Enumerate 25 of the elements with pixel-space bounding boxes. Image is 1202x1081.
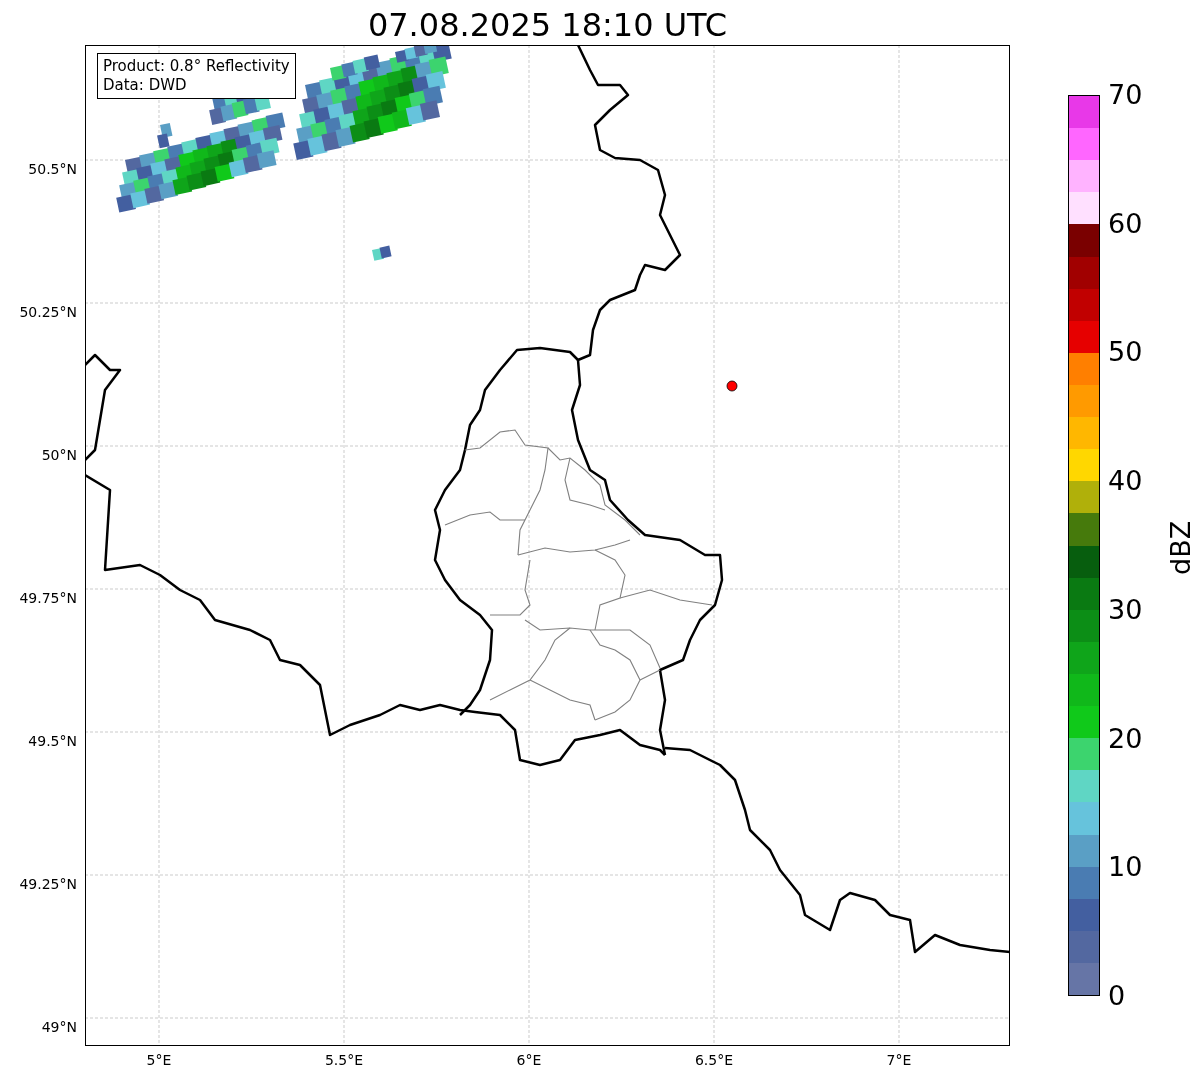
info-text: Product: 0.8° Reflectivity bbox=[103, 57, 290, 76]
axis-tick-label: 6°E bbox=[515, 1052, 543, 1068]
colorbar-tick-label: 50 bbox=[1108, 336, 1143, 369]
colorbar-tick-label: 60 bbox=[1108, 207, 1143, 240]
axis-tick-label: 5.5°E bbox=[323, 1052, 365, 1068]
colorbar-tick-label: 40 bbox=[1108, 465, 1143, 498]
axis-tick-label: 5°E bbox=[145, 1052, 173, 1068]
axis-tick-label: 50.5°N bbox=[28, 160, 77, 178]
axis-tick-label: 49.25°N bbox=[19, 875, 77, 893]
chart-title: 07.08.2025 18:10 UTC bbox=[366, 5, 729, 45]
axis-tick-label: 7°E bbox=[885, 1052, 913, 1068]
axis-tick-label: 49.75°N bbox=[19, 589, 77, 607]
axis-tick-label: 50°N bbox=[41, 446, 77, 464]
colorbar-label: dBZ bbox=[1166, 520, 1196, 575]
colorbar-tick-label: 20 bbox=[1108, 722, 1143, 755]
axis-tick-label: 49.5°N bbox=[28, 732, 77, 750]
colorbar-tick-label: 70 bbox=[1108, 79, 1143, 111]
axis-tick-label: 50.25°N bbox=[19, 303, 77, 321]
colorbar-tick-label: 10 bbox=[1108, 851, 1143, 884]
axis-tick-label: 6.5°E bbox=[693, 1052, 735, 1068]
colorbar-tick-label: 0 bbox=[1108, 980, 1126, 1012]
axis-tick-label: 49°N bbox=[41, 1018, 77, 1036]
info-text: Data: DWD bbox=[103, 76, 188, 95]
district-border-line bbox=[489, 559, 531, 616]
colorbar-tick-label: 30 bbox=[1108, 593, 1143, 626]
